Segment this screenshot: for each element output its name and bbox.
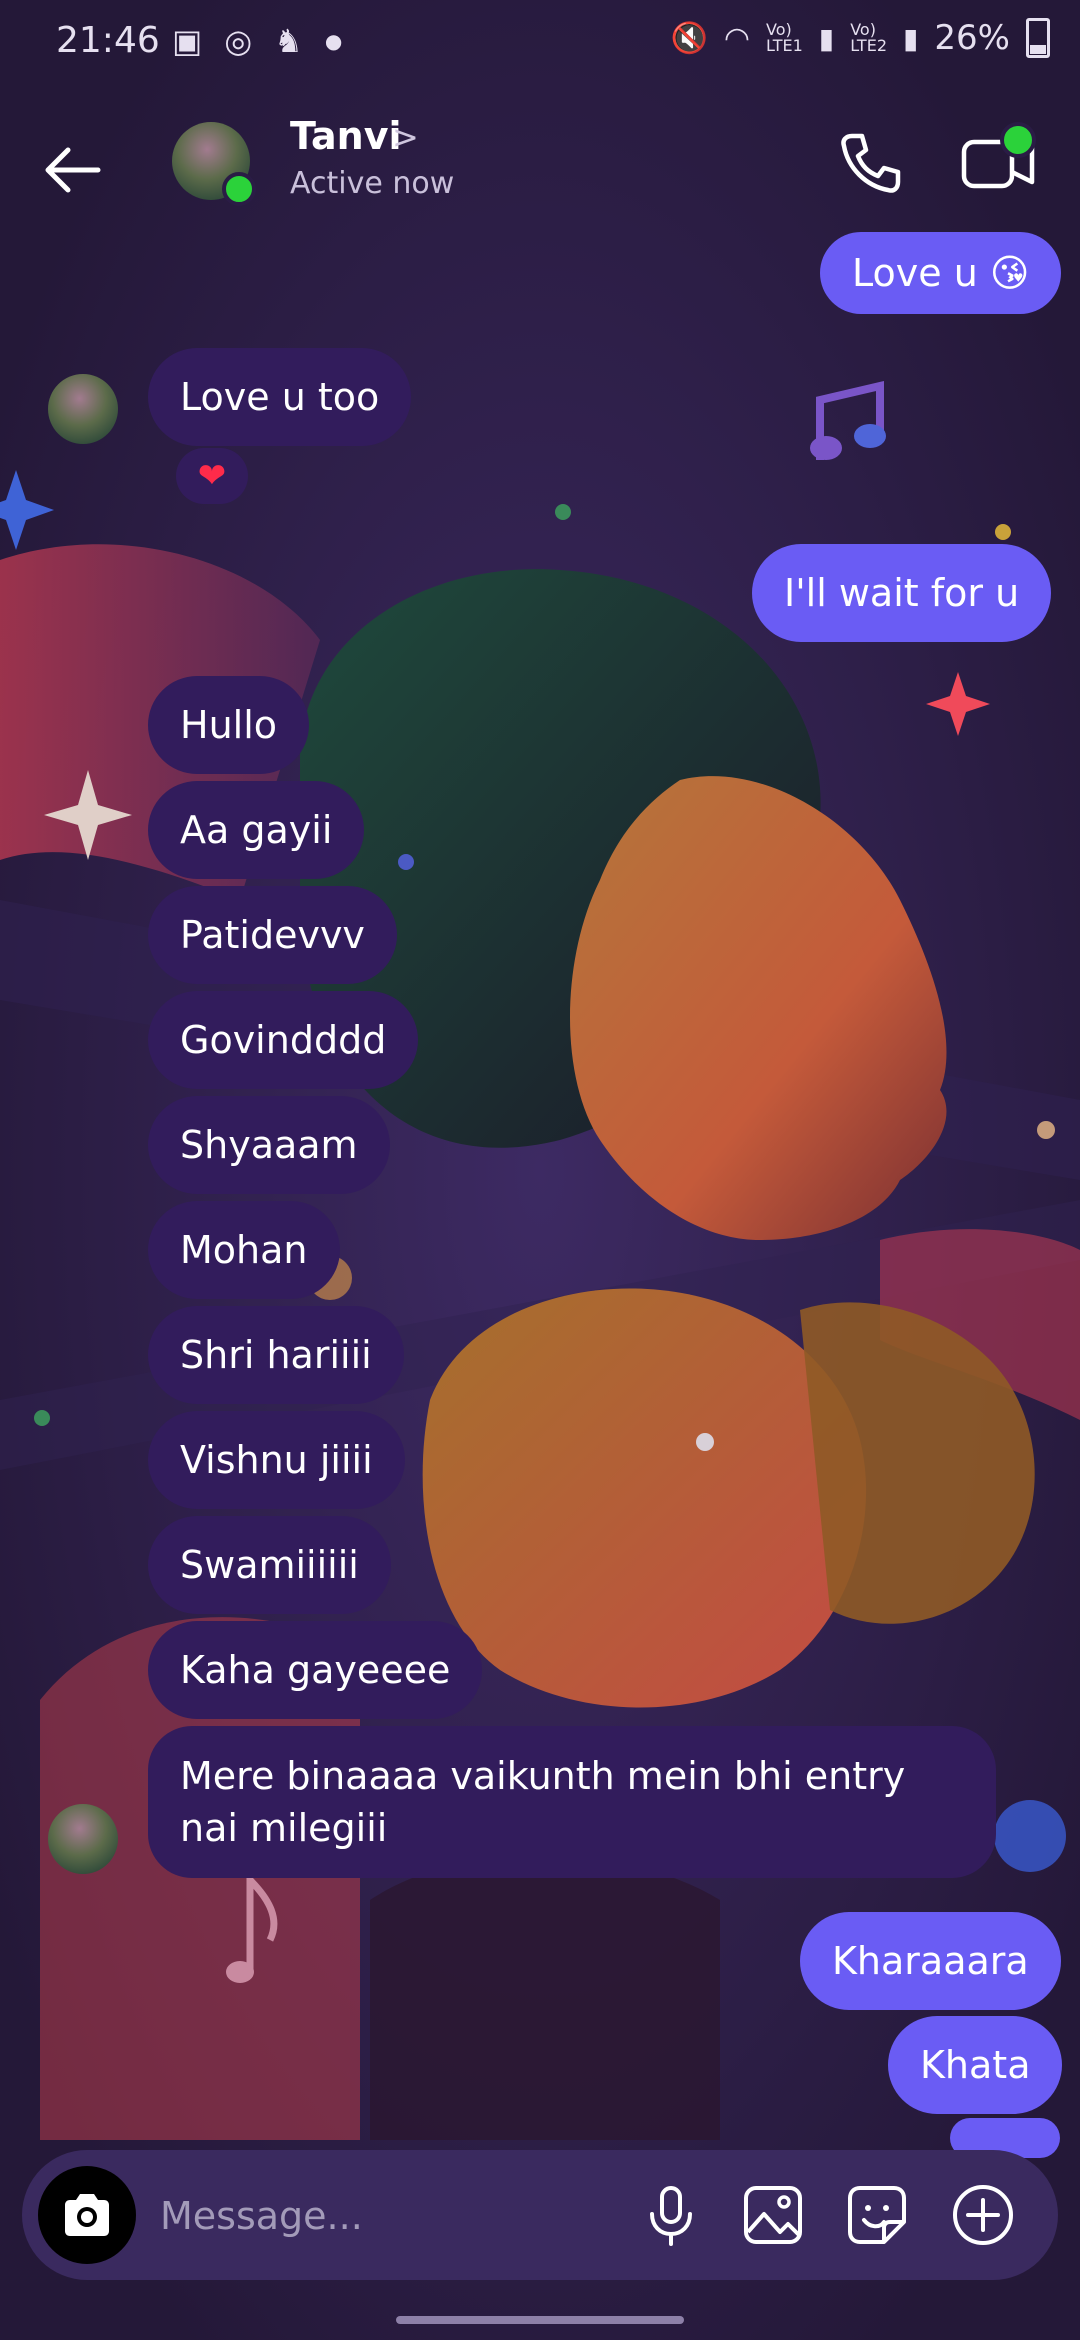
message-incoming[interactable]: Swamiiiiii bbox=[148, 1516, 391, 1614]
online-indicator bbox=[222, 172, 256, 206]
camera-icon bbox=[65, 2194, 109, 2236]
message-outgoing[interactable]: Kharaaara bbox=[800, 1912, 1061, 2010]
message-incoming[interactable]: Vishnu jiiii bbox=[148, 1411, 405, 1509]
signal-lte2-icon: Vo) LTE2 bbox=[850, 20, 887, 55]
message-incoming[interactable]: Mohan bbox=[148, 1201, 340, 1299]
message-outgoing[interactable]: Love u 😘 bbox=[820, 232, 1062, 314]
signal-bars-2-icon: ▮ bbox=[903, 21, 919, 55]
wifi-icon: ◠ bbox=[723, 20, 751, 56]
message-incoming[interactable]: Govindddd bbox=[148, 991, 419, 1089]
notification-icons: ▣ ◎ ♞ ● bbox=[172, 22, 342, 60]
contact-avatar[interactable] bbox=[172, 122, 256, 206]
message-incoming[interactable]: Hullo bbox=[148, 676, 310, 774]
message-outgoing[interactable]: Khata bbox=[888, 2016, 1063, 2114]
signal-bars-1-icon: ▮ bbox=[818, 21, 835, 55]
system-icons: 🔇 ◠ Vo) LTE1 ▮ Vo) LTE2 ▮ 26% bbox=[670, 18, 1050, 58]
add-icon[interactable] bbox=[950, 2182, 1016, 2248]
message-incoming[interactable]: Patidevvv bbox=[148, 886, 397, 984]
sticker-icon[interactable] bbox=[844, 2182, 910, 2248]
back-arrow-icon[interactable] bbox=[40, 138, 104, 202]
notification-icon: ▣ bbox=[172, 22, 203, 60]
battery-icon bbox=[1026, 18, 1050, 58]
dot-icon: ● bbox=[324, 29, 343, 53]
heart-reaction[interactable]: ❤ bbox=[176, 448, 248, 504]
message-incoming[interactable]: Mere binaaaa vaikunth mein bhi entry nai… bbox=[148, 1726, 996, 1878]
chat-header: Tanvi > Active now bbox=[0, 100, 1080, 230]
whatsapp-icon: ◎ bbox=[224, 22, 253, 60]
message-input[interactable] bbox=[158, 2180, 622, 2252]
message-incoming[interactable]: Love u too bbox=[148, 348, 412, 446]
status-bar: 21:46 ▣ ◎ ♞ ● 🔇 ◠ Vo) LTE1 ▮ Vo) LTE2 ▮ 26… bbox=[0, 0, 1080, 90]
sender-avatar bbox=[48, 374, 118, 444]
message-incoming[interactable]: Aa gayii bbox=[148, 781, 365, 879]
microphone-icon[interactable] bbox=[638, 2182, 704, 2248]
gallery-icon[interactable] bbox=[740, 2182, 806, 2248]
message-outgoing[interactable]: I'll wait for u bbox=[752, 544, 1052, 642]
message-incoming[interactable]: Shyaaam bbox=[148, 1096, 390, 1194]
camera-button[interactable] bbox=[38, 2166, 136, 2264]
phone-call-icon[interactable] bbox=[838, 130, 904, 196]
message-incoming[interactable]: Shri hariiii bbox=[148, 1306, 404, 1404]
active-status: Active now bbox=[290, 166, 455, 201]
sender-avatar bbox=[48, 1804, 118, 1874]
clock: 21:46 bbox=[56, 20, 160, 61]
video-active-indicator bbox=[1000, 122, 1036, 158]
message-composer bbox=[22, 2150, 1058, 2280]
signal-lte1-icon: Vo) LTE1 bbox=[766, 20, 803, 55]
chevron-right-icon: > bbox=[392, 118, 419, 156]
contact-name[interactable]: Tanvi bbox=[290, 114, 402, 158]
mute-icon: 🔇 bbox=[670, 20, 708, 56]
battery-percent: 26% bbox=[934, 18, 1010, 58]
message-incoming[interactable]: Kaha gayeeee bbox=[148, 1621, 483, 1719]
app-icon: ♞ bbox=[274, 22, 303, 60]
home-indicator[interactable] bbox=[396, 2316, 684, 2324]
